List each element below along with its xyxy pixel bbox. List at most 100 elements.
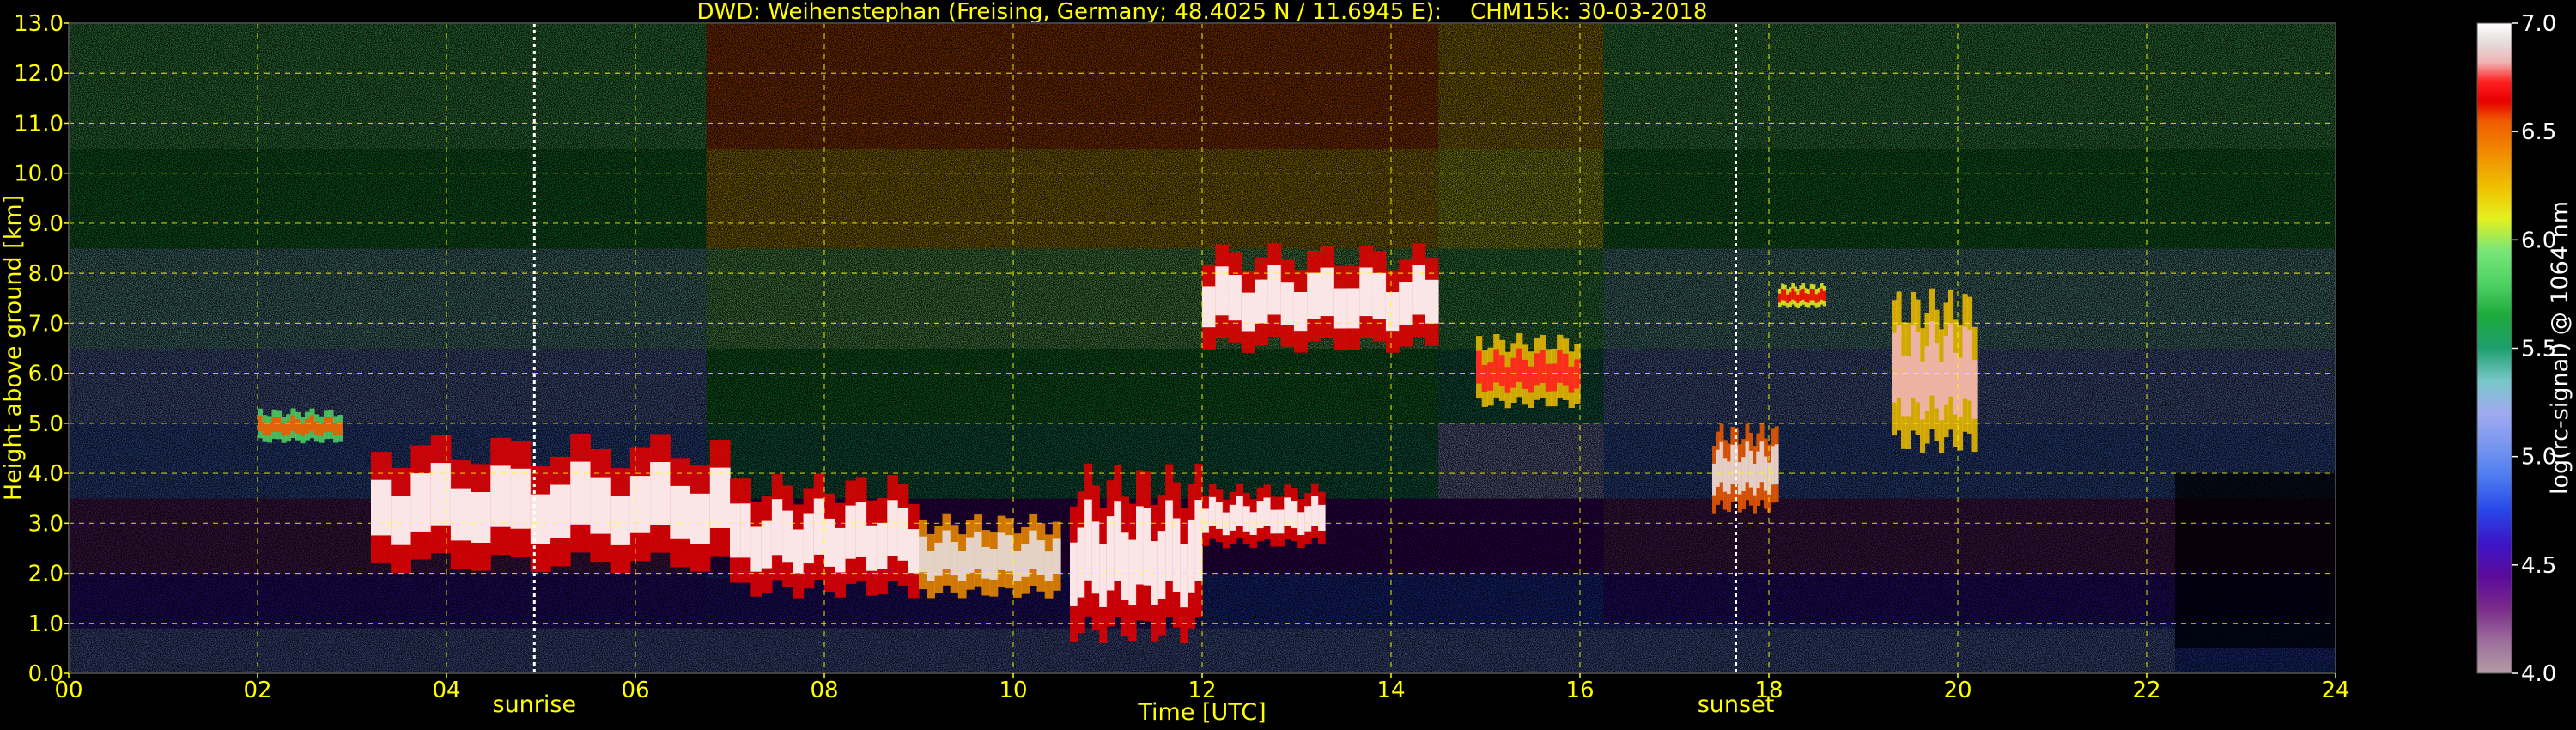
field-cell <box>1391 498 1415 574</box>
field-cell <box>1863 348 1887 424</box>
field-cell <box>517 248 542 349</box>
field-cell <box>163 423 187 499</box>
field-cell <box>1249 348 1273 424</box>
cloud-core <box>989 549 999 580</box>
field-cell <box>375 248 400 349</box>
field-cell <box>1367 573 1392 624</box>
field-cell <box>399 23 423 149</box>
cloud-core <box>761 520 773 569</box>
cloud-core <box>300 423 306 436</box>
cloud-core <box>1208 496 1217 526</box>
cloud-core <box>1924 346 1930 411</box>
field-cell <box>2288 348 2312 424</box>
field-cell <box>2312 148 2336 249</box>
field-cell <box>1769 498 1793 574</box>
field-cell <box>706 348 731 424</box>
field-cell <box>1934 23 1959 149</box>
field-cell <box>1297 348 1321 424</box>
field-cell <box>258 148 282 249</box>
field-cell <box>1863 498 1887 574</box>
cloud-core <box>1958 357 1964 417</box>
cloud-core <box>1136 506 1145 585</box>
field-cell <box>1556 148 1581 249</box>
field-cell <box>1013 148 1037 249</box>
field-cell <box>2288 23 2312 149</box>
cloud-core <box>845 505 857 559</box>
field-cell <box>1627 423 1651 499</box>
field-cell <box>1391 573 1415 624</box>
cloud-core <box>1194 500 1203 581</box>
field-cell <box>611 248 636 349</box>
field-cell <box>1792 498 1817 574</box>
field-cell <box>989 148 1014 249</box>
field-cell <box>1509 148 1534 249</box>
field-cell <box>1603 148 1628 249</box>
field-cell <box>517 23 542 149</box>
field-cell <box>753 348 778 424</box>
field-cell <box>1674 348 1698 424</box>
field-cell <box>1650 423 1675 499</box>
field-cell <box>2147 23 2171 149</box>
field-cell <box>1509 498 1534 574</box>
field-cell <box>1674 573 1698 624</box>
field-cell <box>1839 23 1864 149</box>
field-cell <box>116 248 140 349</box>
field-cell <box>1911 148 1935 249</box>
field-cell <box>2241 23 2265 149</box>
field-cell <box>2123 573 2148 624</box>
cloud-core <box>1385 292 1400 332</box>
field-cell <box>2028 248 2053 349</box>
cloud-core <box>1256 501 1265 529</box>
field-cell <box>1580 423 1604 499</box>
field-cell <box>942 423 967 499</box>
cloud-core <box>267 423 273 436</box>
field-cell <box>2123 23 2148 149</box>
field-cell <box>800 248 825 349</box>
field-cell <box>588 23 612 149</box>
cloud-core <box>271 416 277 432</box>
cloud-core <box>629 476 651 533</box>
cloud-core <box>782 510 793 563</box>
field-cell <box>1391 348 1415 424</box>
field-cell <box>1461 498 1486 574</box>
field-cell <box>848 248 872 349</box>
cloud-core <box>1242 506 1251 532</box>
field-cell <box>234 423 258 499</box>
cloud-core <box>1763 456 1768 491</box>
x-tick-label: 08 <box>810 678 838 703</box>
field-cell <box>1391 423 1415 499</box>
x-tick-label: 14 <box>1376 678 1405 703</box>
cloud-core <box>1557 350 1564 383</box>
field-cell <box>2052 573 2076 624</box>
field-cell <box>1839 423 1864 499</box>
cloud-core <box>1412 265 1426 315</box>
y-tick-label: 12.0 <box>14 61 64 87</box>
field-cell <box>730 248 754 349</box>
cloud-core <box>1934 343 1940 409</box>
field-cell <box>1769 573 1793 624</box>
cloud-core <box>690 493 711 544</box>
field-cell <box>1485 423 1510 499</box>
field-cell <box>186 498 211 574</box>
field-cell <box>470 23 495 149</box>
field-cell <box>2264 148 2289 249</box>
field-cell <box>1981 248 2006 349</box>
field-cell <box>281 148 306 249</box>
field-cell <box>2170 248 2195 349</box>
field-cell <box>2123 348 2148 424</box>
field-cell <box>1461 573 1486 624</box>
field-cell <box>1839 348 1864 424</box>
field-cell <box>2170 23 2195 149</box>
field-cell <box>1438 148 1462 249</box>
field-cell <box>470 248 495 349</box>
sun-marker-label: sunrise <box>493 691 577 718</box>
field-cell <box>1225 573 1250 624</box>
cloud-core <box>957 551 967 581</box>
cloud-core <box>1822 290 1826 301</box>
cloud-core <box>328 417 334 432</box>
field-cell <box>966 148 990 249</box>
field-cell <box>163 148 187 249</box>
cloud-core <box>1121 532 1130 600</box>
field-cell <box>588 348 612 424</box>
field-cell <box>1769 348 1793 424</box>
